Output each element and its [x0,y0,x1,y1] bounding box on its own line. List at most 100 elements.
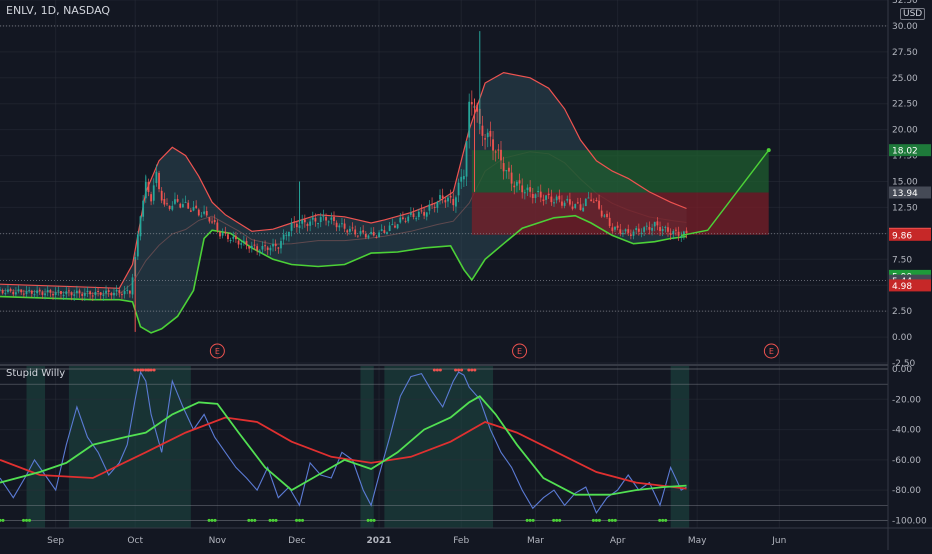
oversold-marker [525,518,529,522]
candle-body [561,201,563,206]
candle-body [526,187,529,191]
candle-body [285,234,288,236]
candle-body [269,247,272,251]
candle-body [160,190,163,201]
candle-body [250,245,253,249]
candle-body [224,231,227,234]
candle-body [187,202,190,209]
overbought-marker [136,368,140,372]
candle-body [70,292,73,296]
candle-body [158,172,160,190]
candle-body [33,294,36,296]
candle-body [388,225,391,232]
candle-body [402,217,404,219]
candle-body [661,229,664,232]
candle-body [431,203,433,205]
candle-body [407,216,410,222]
projection-end [766,148,771,153]
candle-body [123,291,126,295]
candle-body [468,101,471,138]
oversold-marker [1,518,5,522]
candle-body [685,230,688,234]
candle-body [465,141,468,177]
candle-body [470,102,473,105]
candle-body [274,243,277,247]
candle-body [335,222,338,228]
oversold-marker [610,518,614,522]
candle-body [563,202,566,206]
y-tick-label: 12.50 [892,203,918,213]
oversold-marker [295,518,299,522]
candle-body [584,198,587,207]
candle-body [457,182,460,196]
candle-body [667,227,669,232]
candle-body [394,225,396,228]
candle-body [635,228,638,231]
x-tick-label: Oct [127,536,143,546]
candle-body [327,221,330,223]
oversold-marker [594,518,598,522]
candle-body [97,290,99,292]
overbought-marker [457,368,461,372]
candle-body [534,194,537,198]
candle-body [30,290,33,294]
candle-body [356,235,359,237]
candle-body [550,196,553,203]
candle-body [91,295,94,297]
candle-body [486,132,489,138]
candle-body [616,225,619,228]
chart-svg[interactable]: EEE-2.500.002.505.007.5010.0012.5015.001… [0,0,932,550]
candle-body [531,193,534,199]
candle-body [4,293,7,295]
candle-body [303,219,306,223]
candle-body [545,195,547,200]
candle-body [232,236,235,239]
candle-body [380,229,383,231]
candle-body [0,289,1,291]
overbought-marker [473,368,477,372]
candle-body [653,221,656,227]
candle-body [330,217,333,220]
candle-body [558,195,561,200]
candle-body [632,231,635,236]
candle-body [494,151,497,153]
indicator-shade [26,366,46,528]
candle-body [571,206,574,209]
oversold-marker [247,518,251,522]
candle-body [333,216,335,222]
earnings-label: E [517,347,522,356]
oversold-marker [552,518,556,522]
candle-body [680,235,683,237]
candle-body [622,232,624,235]
candle-body [272,243,274,247]
candle-body [293,221,296,223]
candle-body [378,232,380,238]
candle-body [656,221,659,226]
candle-body [168,205,171,209]
candle-body [319,217,322,223]
candle-body [441,195,444,199]
x-tick-label: 2021 [367,536,392,546]
oversold-marker [613,518,617,522]
overbought-marker [149,368,153,372]
oversold-marker [268,518,272,522]
candle-body [637,228,640,232]
candle-body [436,201,439,208]
candle-body [208,217,211,222]
overbought-marker [467,368,471,372]
candle-body [606,213,608,218]
candle-body [645,225,648,227]
oversold-marker [372,518,376,522]
candle-body [590,199,593,202]
oversold-marker [213,518,217,522]
candle-body [38,289,41,292]
ind-y-tick-label: -80.00 [892,486,921,496]
overbought-marker [460,368,464,372]
candle-body [205,211,208,216]
candle-body [176,198,179,202]
candle-body [83,293,86,296]
candle-body [539,191,542,198]
price-tag-label: 9.86 [892,231,912,241]
candle-body [81,294,84,296]
candle-body [675,229,677,231]
